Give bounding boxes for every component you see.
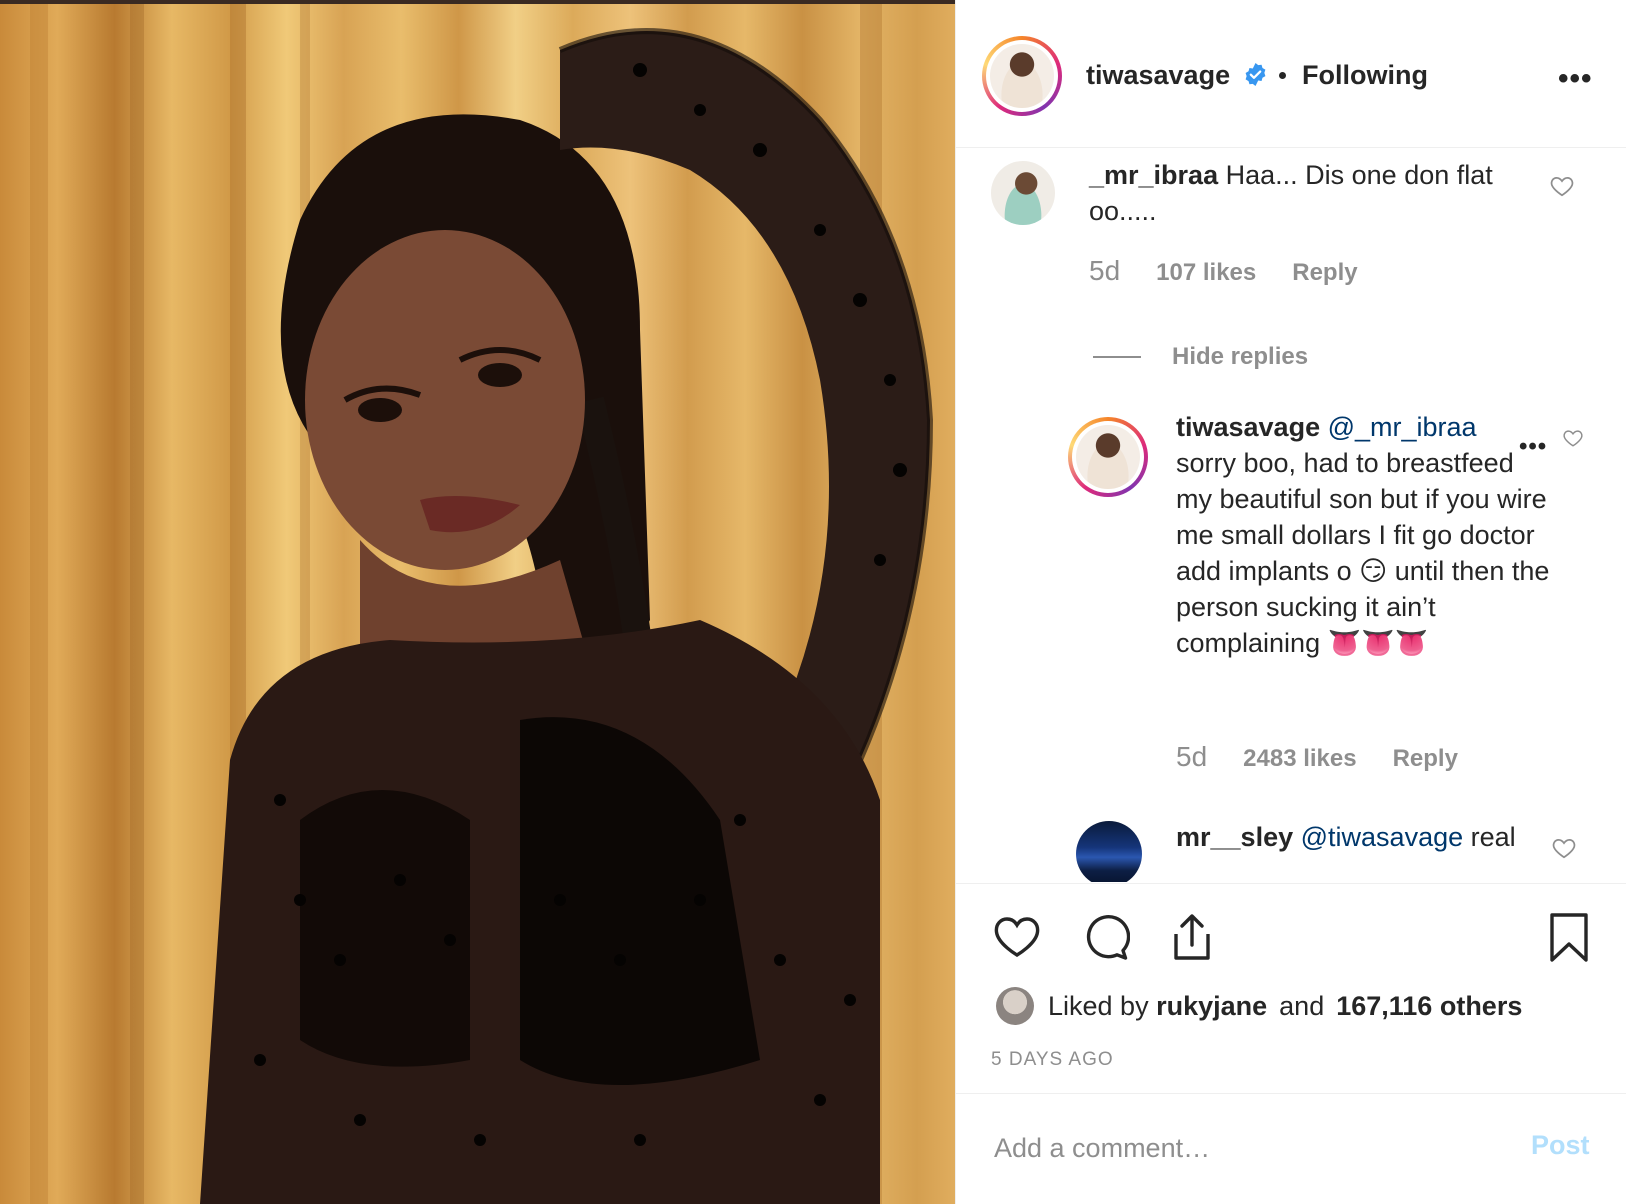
reply-likes[interactable]: 2483 likes <box>1243 745 1356 773</box>
reply-text: tiwasavage @_mr_ibraa sorry boo, had to … <box>1176 409 1556 661</box>
reply-body: sorry boo, had to breastfeed my beautifu… <box>1176 448 1550 658</box>
comment-username[interactable]: _mr_ibraa <box>1089 160 1218 190</box>
liked-by-others[interactable]: 167,116 others <box>1336 991 1522 1022</box>
liked-by-prefix: Liked by <box>1048 990 1149 1021</box>
comment-meta: 5d 107 likes Reply <box>1089 255 1358 287</box>
comment-time: 5d <box>1089 255 1121 286</box>
like-reply-heart-icon[interactable] <box>1562 427 1584 449</box>
liked-by-summary: Liked by rukyjane and 167,116 others <box>996 987 1522 1025</box>
post-comment-button[interactable]: Post <box>1531 1130 1590 1161</box>
comment-text: _mr_ibraa Haa... Dis one don flat oo....… <box>1089 157 1549 229</box>
comment-likes[interactable]: 107 likes <box>1156 259 1256 287</box>
more-options-icon[interactable]: ••• <box>1558 62 1593 96</box>
post-photo[interactable] <box>0 0 955 1204</box>
commenter-avatar[interactable] <box>991 161 1055 225</box>
reply-more-icon[interactable]: ••• <box>1519 433 1547 461</box>
post-timestamp[interactable]: 5 DAYS AGO <box>991 1049 1114 1071</box>
comment-bubble-icon[interactable] <box>1082 914 1130 962</box>
reply-username[interactable]: tiwasavage <box>1176 412 1320 442</box>
add-comment-bar: Post <box>956 1093 1626 1204</box>
comments-list[interactable]: _mr_ibraa Haa... Dis one don flat oo....… <box>956 149 1626 882</box>
replies-divider <box>1093 356 1141 358</box>
like-comment-heart-icon[interactable] <box>1551 835 1577 861</box>
liker-avatar[interactable] <box>996 987 1034 1025</box>
comment-body: real <box>1470 822 1516 852</box>
like-heart-icon[interactable] <box>992 914 1042 962</box>
reply-author-avatar[interactable] <box>1068 417 1148 497</box>
verified-badge-icon <box>1245 63 1266 86</box>
commenter-avatar[interactable] <box>1076 821 1142 882</box>
reply-time: 5d <box>1176 741 1208 772</box>
author-username[interactable]: tiwasavage <box>1086 60 1230 91</box>
liked-by-and: and <box>1279 990 1325 1021</box>
reply-button[interactable]: Reply <box>1292 259 1357 287</box>
post-actions: Liked by rukyjane and 167,116 others 5 D… <box>956 883 1626 1093</box>
hide-replies-button[interactable]: Hide replies <box>1172 343 1308 371</box>
post-side-panel: tiwasavage Following ••• _mr_ibraa Haa..… <box>955 0 1626 1204</box>
comment-text: mr__sley @tiwasavage real <box>1176 819 1576 855</box>
save-bookmark-icon[interactable] <box>1548 912 1590 964</box>
author-avatar[interactable] <box>982 36 1062 116</box>
reply-button[interactable]: Reply <box>1393 745 1458 773</box>
separator-dot <box>1279 72 1286 79</box>
reply-meta: 5d 2483 likes Reply <box>1176 741 1458 773</box>
following-button[interactable]: Following <box>1302 60 1428 91</box>
like-comment-heart-icon[interactable] <box>1549 173 1575 199</box>
liked-by-user[interactable]: rukyjane <box>1156 991 1267 1022</box>
photo-illustration <box>0 0 955 1204</box>
post-header: tiwasavage Following ••• <box>956 0 1626 148</box>
comment-username[interactable]: mr__sley <box>1176 822 1293 852</box>
comment-mention[interactable]: @tiwasavage <box>1301 822 1464 852</box>
reply-mention[interactable]: @_mr_ibraa <box>1328 412 1477 442</box>
share-upload-icon[interactable] <box>1168 912 1216 962</box>
add-comment-input[interactable] <box>994 1128 1474 1168</box>
